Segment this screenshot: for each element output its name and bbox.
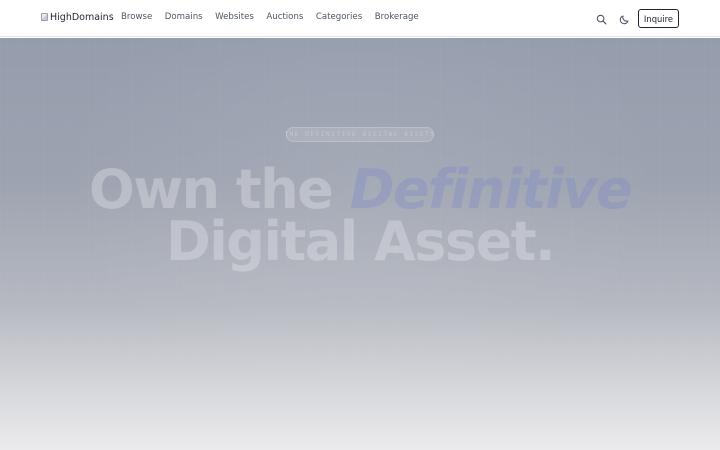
nav-link-domains[interactable]: Domains — [165, 12, 203, 22]
search-icon — [596, 14, 606, 24]
hero-headline-line2: Digital Asset. — [165, 210, 556, 273]
theme-toggle-button[interactable] — [617, 12, 631, 26]
site-logo[interactable]: HighDomains — [41, 10, 114, 24]
inquire-button[interactable]: Inquire — [638, 9, 679, 28]
hero-section: THE DEFINITIVE DIGITAL ASSETS Own the De… — [0, 38, 720, 450]
hero-headline-line1: Own the Definitive — [0, 163, 720, 217]
nav-link-browse[interactable]: Browse — [121, 12, 152, 22]
top-navigation-bar: HighDomains Browse Domains Websites Auct… — [0, 0, 720, 37]
nav-link-brokerage[interactable]: Brokerage — [375, 12, 419, 22]
nav-link-websites[interactable]: Websites — [215, 12, 254, 22]
main-menu: Browse Domains Websites Auctions Categor… — [121, 12, 419, 22]
moon-icon — [619, 15, 628, 24]
logo-alt-text: HighDomains — [50, 11, 114, 23]
broken-image-icon — [41, 13, 48, 21]
search-button[interactable] — [594, 12, 608, 26]
hero-badge: THE DEFINITIVE DIGITAL ASSETS — [284, 127, 434, 142]
nav-link-categories[interactable]: Categories — [316, 12, 362, 22]
nav-link-auctions[interactable]: Auctions — [266, 12, 303, 22]
